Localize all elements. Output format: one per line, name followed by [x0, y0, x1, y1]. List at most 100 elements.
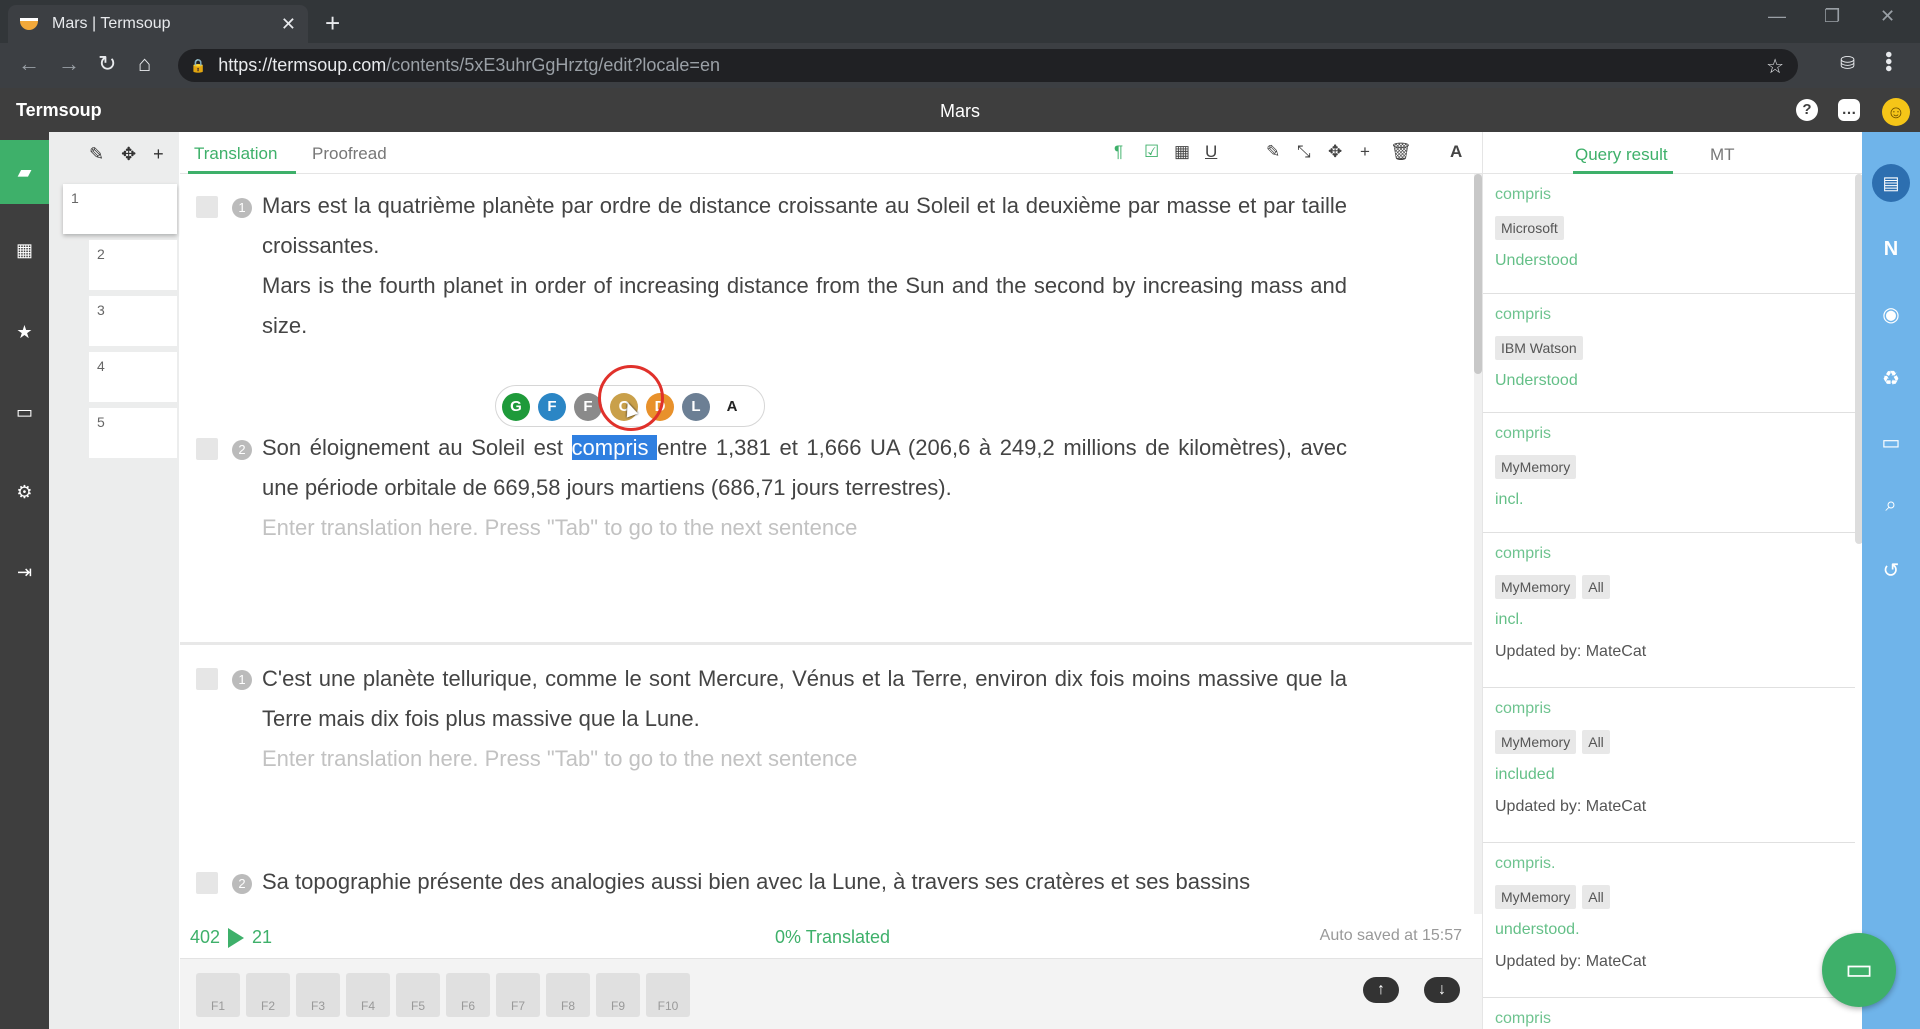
result-updated-by: Updated by: MateCat	[1495, 953, 1647, 970]
folder-open-icon[interactable]: ▰	[0, 140, 49, 204]
result-source: compris	[1495, 425, 1552, 442]
plus-icon[interactable]: +	[1360, 142, 1370, 162]
check-square-icon[interactable]: ☑	[1144, 142, 1159, 162]
smiley-avatar[interactable]: ☺	[1882, 98, 1910, 126]
film-icon[interactable]: ▦	[0, 218, 49, 282]
move-icon[interactable]: ✥	[1328, 142, 1342, 162]
chat-icon[interactable]: …	[1838, 99, 1860, 121]
tab-mt[interactable]: MT	[1710, 145, 1735, 165]
underline-icon[interactable]: U	[1205, 142, 1217, 162]
result-card[interactable]: compris Microsoft Understood	[1483, 174, 1855, 294]
forward-icon[interactable]: →	[58, 51, 80, 77]
segment-item-5[interactable]: 5	[89, 408, 177, 458]
f4-button[interactable]: F4	[346, 973, 390, 1017]
tab-translation[interactable]: Translation	[194, 144, 277, 164]
comment-icon[interactable]: ▭	[1862, 430, 1920, 455]
result-card[interactable]: compris MyMemory incl.	[1483, 413, 1855, 533]
minimize-button[interactable]: —	[1768, 6, 1786, 27]
home-icon[interactable]: ⌂	[138, 51, 151, 77]
f8-button[interactable]: F8	[546, 973, 590, 1017]
source-text: Sa topographie présente des analogies au…	[262, 869, 1251, 894]
trash-icon[interactable]: 🗑	[1390, 142, 1412, 162]
pencil-icon[interactable]: ✎	[1266, 142, 1280, 162]
mt-f-button[interactable]: F	[538, 393, 566, 421]
f1-button[interactable]: F1	[196, 973, 240, 1017]
tab-proofread[interactable]: Proofread	[312, 144, 387, 164]
reload-icon[interactable]: ↻	[98, 51, 116, 77]
cloud-download-icon[interactable]: ↓	[1424, 977, 1460, 1003]
help-icon[interactable]: ?	[1796, 99, 1818, 121]
segment-checkbox[interactable]	[196, 872, 218, 894]
browser-tab[interactable]: Mars | Termsoup ✕	[8, 5, 308, 43]
f9-button[interactable]: F9	[596, 973, 640, 1017]
f10-button[interactable]: F10	[646, 973, 690, 1017]
result-updated-by: Updated by: MateCat	[1495, 643, 1647, 660]
inbox-icon[interactable]: ▭	[0, 380, 49, 444]
segment-item-4[interactable]: 4	[89, 352, 177, 402]
result-card[interactable]: compris. MyMemory All understood. Updated…	[1483, 843, 1855, 998]
result-card[interactable]: compris IBM Watson Understood	[1483, 294, 1855, 413]
target-text[interactable]: Mars is the fourth planet in order of in…	[262, 266, 1347, 346]
notebook-icon[interactable]: ▤	[1872, 164, 1910, 202]
star-icon[interactable]: ★	[0, 300, 49, 364]
paragraph-icon[interactable]: ¶	[1114, 142, 1123, 162]
tab-close-icon[interactable]: ✕	[281, 14, 296, 35]
f2-button[interactable]: F2	[246, 973, 290, 1017]
incognito-icon[interactable]: ⛁	[1840, 53, 1855, 74]
mt-a-button[interactable]: A	[718, 393, 746, 421]
support-chat-icon[interactable]: ▭	[1822, 933, 1896, 1007]
play-icon[interactable]	[228, 927, 245, 948]
result-target: Understood	[1495, 372, 1578, 389]
f5-button[interactable]: F5	[396, 973, 440, 1017]
segment-number: 2	[232, 874, 252, 894]
restore-button[interactable]: ❐	[1824, 6, 1840, 27]
browser-menu-icon[interactable]: •••	[1877, 51, 1899, 72]
segment-checkbox[interactable]	[196, 196, 218, 218]
segment-item-2[interactable]: 2	[89, 240, 177, 290]
click-highlight-ring	[598, 365, 664, 431]
f6-button[interactable]: F6	[446, 973, 490, 1017]
n-icon[interactable]: N	[1862, 238, 1920, 261]
translation-input[interactable]: Enter translation here. Press "Tab" to g…	[262, 508, 1347, 548]
tab-query-result[interactable]: Query result	[1575, 145, 1668, 165]
engine-tag: IBM Watson	[1495, 336, 1583, 360]
sign-out-icon[interactable]: ⇥	[0, 540, 49, 604]
result-card[interactable]: compris MyMemory All incl. Updated by: Ma…	[1483, 533, 1855, 688]
editor-scrollbar-thumb[interactable]	[1474, 174, 1482, 374]
translation-input[interactable]: Enter translation here. Press "Tab" to g…	[262, 739, 1347, 779]
history-icon[interactable]: ↺	[1862, 558, 1920, 583]
segment-tools[interactable]: ✎ ✥ +	[89, 144, 170, 165]
result-target: Understood	[1495, 252, 1578, 269]
result-card[interactable]: compris	[1483, 998, 1855, 1029]
app-header: Termsoup Mars ? …	[0, 88, 1920, 132]
segment-checkbox[interactable]	[196, 438, 218, 460]
compress-icon[interactable]: ⤡	[1297, 142, 1311, 162]
f3-button[interactable]: F3	[296, 973, 340, 1017]
new-tab-button[interactable]: +	[325, 8, 340, 39]
segment-item-3[interactable]: 3	[89, 296, 177, 346]
scope-tag: All	[1582, 885, 1610, 909]
words-count: 402	[190, 927, 221, 947]
search-icon[interactable]: ⌕	[1862, 494, 1920, 517]
url-field[interactable]: 🔒 https://termsoup.com/contents/5xE3uhrG…	[178, 49, 1798, 82]
close-window-button[interactable]: ✕	[1880, 6, 1895, 27]
gear-icon[interactable]: ⚙	[0, 460, 49, 524]
font-icon[interactable]: A	[1450, 142, 1462, 162]
engine-tag: MyMemory	[1495, 575, 1577, 599]
browser-tab-bar: Mars | Termsoup ✕ + — ❐ ✕	[0, 0, 1920, 43]
tab-title: Mars | Termsoup	[52, 15, 171, 32]
mt-l-button[interactable]: L	[682, 393, 710, 421]
result-card[interactable]: compris MyMemory All included Updated by:…	[1483, 688, 1855, 843]
eye-icon[interactable]: ◉	[1862, 302, 1920, 327]
grid-icon[interactable]: ▦	[1174, 142, 1190, 162]
scope-tag: All	[1582, 575, 1610, 599]
mt-google-button[interactable]: G	[502, 393, 530, 421]
selected-term[interactable]: compris	[571, 435, 658, 460]
recycle-icon[interactable]: ♻	[1862, 366, 1920, 391]
bookmark-star-icon[interactable]: ☆	[1766, 54, 1784, 79]
segment-item-1[interactable]: 1	[63, 184, 177, 234]
segment-checkbox[interactable]	[196, 668, 218, 690]
f7-button[interactable]: F7	[496, 973, 540, 1017]
back-icon[interactable]: ←	[18, 51, 40, 77]
cloud-upload-icon[interactable]: ↑	[1363, 977, 1399, 1003]
